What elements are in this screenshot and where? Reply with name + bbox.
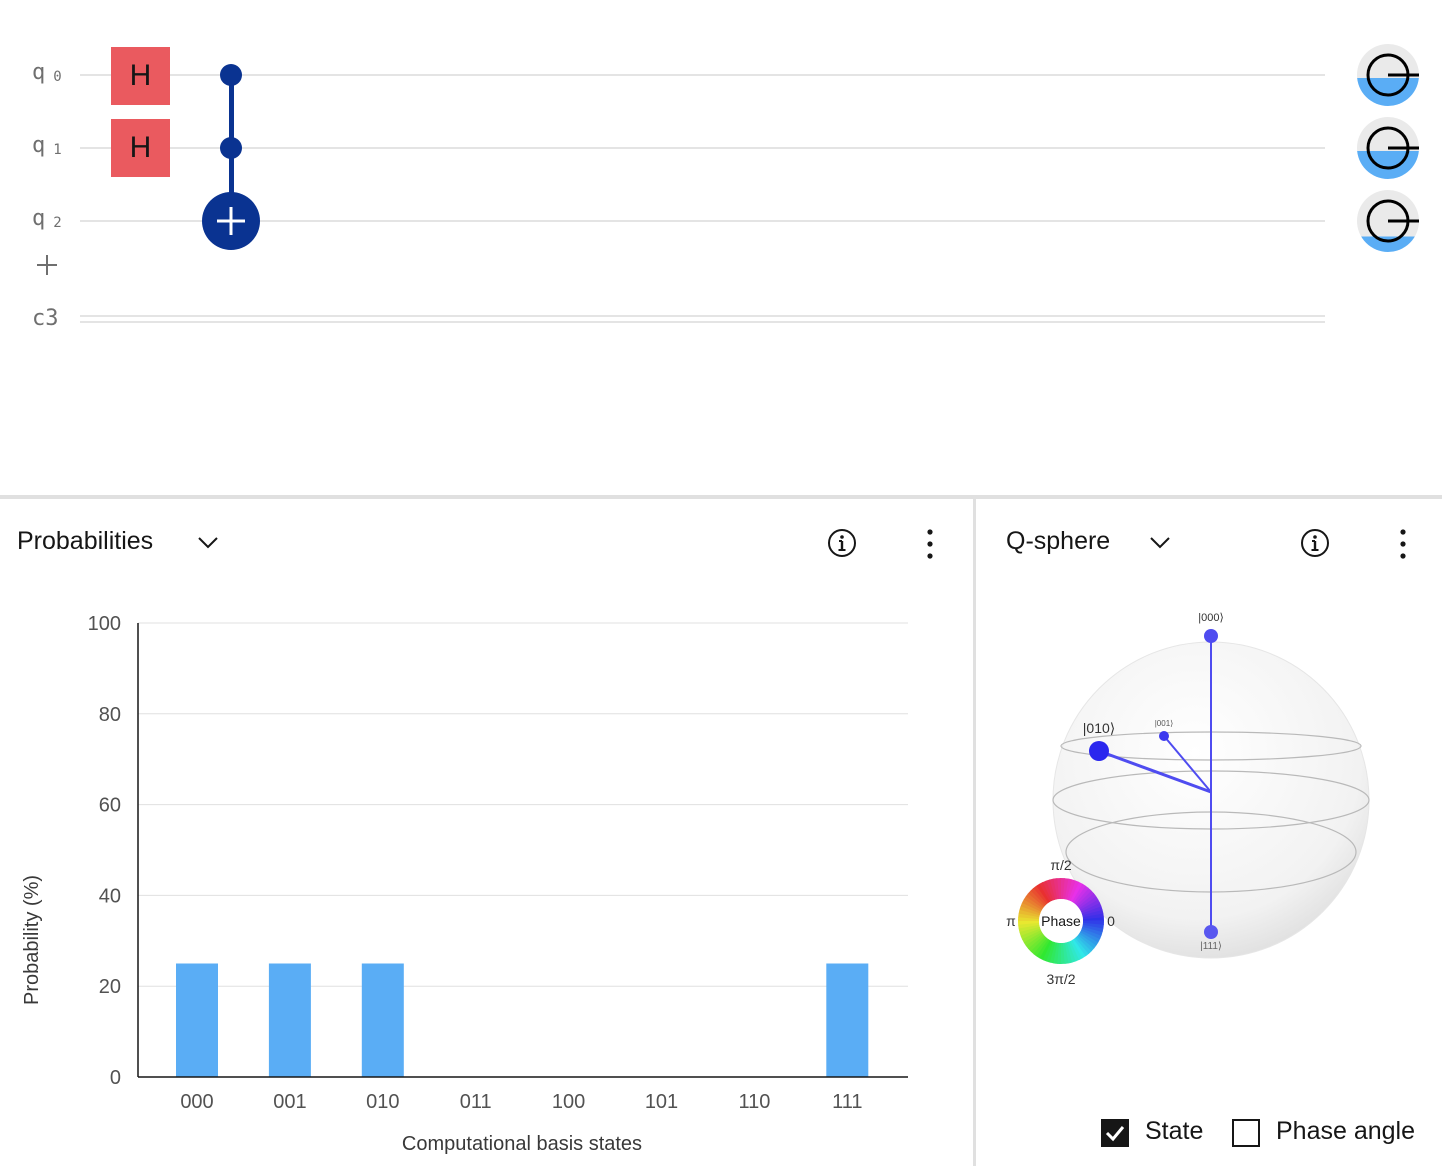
classical-wire-bottom[interactable]: [80, 321, 1325, 323]
h-gate-q0[interactable]: H: [111, 47, 170, 105]
chart-gridlines: [138, 622, 908, 987]
qubit-label-1: q1: [32, 133, 62, 158]
state-label-010: |010⟩: [1083, 720, 1115, 736]
chevron-down-icon[interactable]: [1149, 534, 1171, 550]
probability-gauge-icon: [1366, 199, 1419, 243]
classical-register-label: c3: [32, 306, 59, 331]
y-axis-label: Probability (%): [21, 875, 43, 1005]
state-point-001[interactable]: [1159, 731, 1169, 741]
circuit-composer: q0 q1 q2 H H c3: [0, 0, 1442, 496]
chevron-down-icon[interactable]: [197, 534, 219, 550]
qubit-wire-2[interactable]: [80, 220, 1325, 222]
cnot-target-q2[interactable]: [202, 192, 260, 250]
panel-divider-vertical[interactable]: [973, 499, 976, 1166]
measurement-probability-q2[interactable]: [1357, 190, 1419, 252]
phase-wheel-right-label: 0: [1107, 913, 1115, 929]
phase-wheel-top-label: π/2: [1050, 857, 1072, 873]
info-icon[interactable]: [1300, 528, 1330, 558]
qubit-wire-1[interactable]: [80, 147, 1325, 149]
overflow-menu-icon[interactable]: [923, 528, 937, 560]
cnot-control-dot-q1[interactable]: [220, 137, 242, 159]
qubit-label-0: q0: [32, 60, 62, 85]
measurement-probability-q1[interactable]: [1357, 117, 1419, 179]
phase-angle-checkbox[interactable]: [1232, 1119, 1260, 1147]
phase-wheel-left-label: π: [1006, 913, 1016, 929]
x-tick-label: 011: [460, 1091, 492, 1113]
qsphere-title: Q-sphere: [1006, 527, 1111, 555]
x-tick-label: 000: [180, 1091, 213, 1113]
phase-angle-checkbox-label[interactable]: Phase angle: [1276, 1117, 1415, 1146]
cnot-control-dot-q0[interactable]: [220, 64, 242, 86]
phase-wheel-center-label: Phase: [1041, 913, 1081, 929]
state-point-000[interactable]: [1204, 629, 1218, 643]
y-tick-label: 80: [99, 704, 121, 726]
h-gate-q1[interactable]: H: [111, 119, 170, 177]
bar-000[interactable]: [176, 963, 218, 1078]
bar-001[interactable]: [268, 963, 311, 1078]
checkmark-icon: [1105, 1126, 1125, 1142]
qubit-wire-0[interactable]: [80, 74, 1325, 76]
probability-gauge-icon: [1366, 53, 1419, 97]
state-point-010[interactable]: [1089, 741, 1109, 761]
x-tick-label: 111: [832, 1091, 862, 1113]
qubit-label-2: q2: [32, 206, 62, 231]
state-label-000: |000⟩: [1198, 612, 1224, 624]
x-tick-label: 001: [273, 1091, 306, 1113]
measurement-probability-q0[interactable]: [1357, 44, 1419, 106]
overflow-menu-icon[interactable]: [1396, 528, 1410, 560]
info-icon[interactable]: [827, 528, 857, 558]
state-point-111[interactable]: [1204, 925, 1218, 939]
plus-icon: [217, 207, 245, 235]
chart-bars: [176, 963, 869, 1078]
x-tick-label: 101: [645, 1091, 678, 1113]
y-tick-label: 100: [88, 613, 121, 635]
y-tick-label: 60: [99, 795, 121, 817]
x-tick-label: 100: [552, 1091, 585, 1113]
chart-y-ticks: 0 20 40 60 80 100: [88, 613, 121, 1089]
state-checkbox[interactable]: [1101, 1119, 1129, 1147]
panel-divider-horizontal[interactable]: [0, 495, 1442, 499]
phase-wheel-bottom-label: 3π/2: [1046, 971, 1075, 987]
qsphere-visualization[interactable]: |000⟩ |111⟩ |010⟩ |001⟩ Phase π/2 π 0 3π…: [990, 600, 1430, 1000]
add-qubit-icon[interactable]: [36, 254, 58, 276]
probability-gauge-icon: [1366, 126, 1419, 170]
y-tick-label: 20: [99, 976, 121, 998]
bar-010[interactable]: [361, 963, 404, 1078]
chart-x-ticks: 000 001 010 011 100 101 110 111: [180, 1091, 862, 1113]
state-label-111: |111⟩: [1200, 941, 1222, 952]
state-label-001: |001⟩: [1155, 719, 1174, 728]
bar-111[interactable]: [826, 963, 869, 1078]
y-tick-label: 0: [110, 1067, 121, 1089]
probabilities-title: Probabilities: [17, 527, 154, 555]
classical-wire-top[interactable]: [80, 315, 1325, 317]
state-checkbox-label[interactable]: State: [1145, 1117, 1203, 1146]
x-tick-label: 010: [366, 1091, 399, 1113]
y-tick-label: 40: [99, 885, 121, 907]
x-tick-label: 110: [738, 1091, 770, 1113]
x-axis-label: Computational basis states: [402, 1133, 642, 1155]
probabilities-chart: 0 20 40 60 80 100 000 001 010 011 100 101 110 111 Co…: [21, 613, 908, 1155]
